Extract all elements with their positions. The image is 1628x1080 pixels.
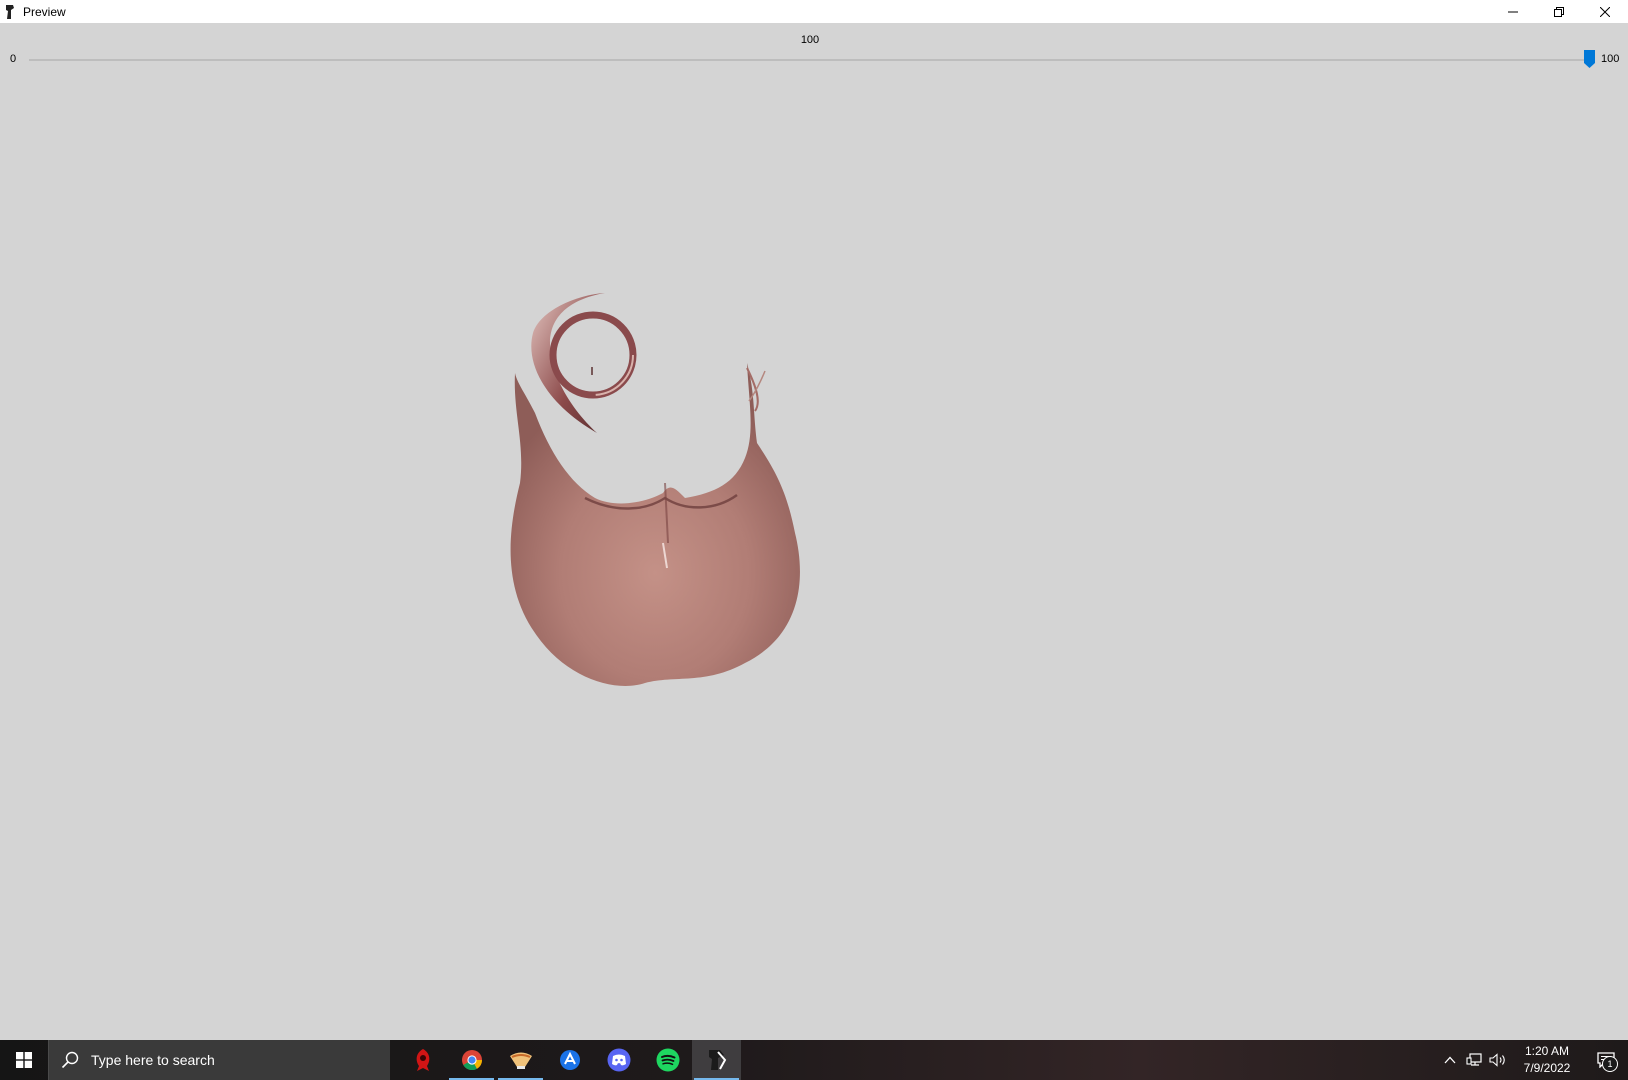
taskbar-app-bowl[interactable] bbox=[496, 1040, 545, 1080]
clock-time: 1:20 AM bbox=[1524, 1044, 1570, 1058]
taskbar-app-preview[interactable] bbox=[692, 1040, 741, 1080]
spotify-icon bbox=[656, 1048, 679, 1072]
slider-thumb[interactable] bbox=[1584, 50, 1595, 68]
network-button[interactable] bbox=[1462, 1040, 1486, 1080]
search-placeholder: Type here to search bbox=[91, 1052, 215, 1068]
close-icon bbox=[1600, 6, 1610, 17]
restore-icon bbox=[1554, 6, 1564, 17]
start-button[interactable] bbox=[0, 1040, 48, 1080]
taskbar: Type here to search 1:20 AM 7/9/2022 1 bbox=[0, 1040, 1628, 1080]
notification-badge: 1 bbox=[1602, 1056, 1618, 1072]
close-button[interactable] bbox=[1582, 0, 1628, 23]
taskbar-clock[interactable]: 1:20 AM 7/9/2022 bbox=[1510, 1043, 1584, 1077]
app-blue-icon bbox=[559, 1050, 580, 1070]
system-tray: 1:20 AM 7/9/2022 1 bbox=[1438, 1040, 1628, 1080]
slider-track[interactable] bbox=[29, 59, 1589, 61]
taskbar-search-box[interactable]: Type here to search bbox=[48, 1040, 390, 1080]
window-title: Preview bbox=[23, 4, 66, 19]
preview-app-icon bbox=[708, 1050, 726, 1070]
chevron-up-icon bbox=[1444, 1056, 1456, 1064]
slider-min-label: 0 bbox=[10, 53, 17, 65]
minimize-icon bbox=[1508, 11, 1518, 12]
minimize-button[interactable] bbox=[1490, 0, 1536, 23]
volume-button[interactable] bbox=[1486, 1040, 1510, 1080]
taskbar-app-discord[interactable] bbox=[594, 1040, 643, 1080]
taskbar-app-chrome[interactable] bbox=[447, 1040, 496, 1080]
3d-model-preview bbox=[510, 293, 800, 686]
search-icon bbox=[61, 1051, 81, 1069]
taskbar-app-blue[interactable] bbox=[545, 1040, 594, 1080]
app-bowl-icon bbox=[509, 1052, 532, 1069]
tray-overflow-button[interactable] bbox=[1438, 1040, 1462, 1080]
taskbar-app-spotify[interactable] bbox=[643, 1040, 692, 1080]
slider-panel: 100 0 100 bbox=[0, 23, 1628, 73]
taskbar-app-red[interactable] bbox=[398, 1040, 447, 1080]
discord-icon bbox=[607, 1048, 630, 1072]
window-titlebar[interactable]: Preview bbox=[0, 0, 1628, 23]
restore-button[interactable] bbox=[1536, 0, 1582, 23]
network-icon bbox=[1466, 1053, 1482, 1066]
app-icon bbox=[5, 4, 17, 20]
chrome-icon bbox=[461, 1050, 482, 1071]
clock-date: 7/9/2022 bbox=[1523, 1061, 1571, 1075]
3d-viewport[interactable] bbox=[0, 73, 1628, 1040]
app-red-icon bbox=[416, 1049, 429, 1071]
action-center-button[interactable]: 1 bbox=[1584, 1040, 1628, 1080]
slider-max-label: 100 bbox=[1601, 53, 1620, 65]
slider-value-label: 100 bbox=[800, 34, 820, 46]
windows-icon bbox=[16, 1052, 32, 1068]
volume-icon bbox=[1489, 1053, 1505, 1067]
